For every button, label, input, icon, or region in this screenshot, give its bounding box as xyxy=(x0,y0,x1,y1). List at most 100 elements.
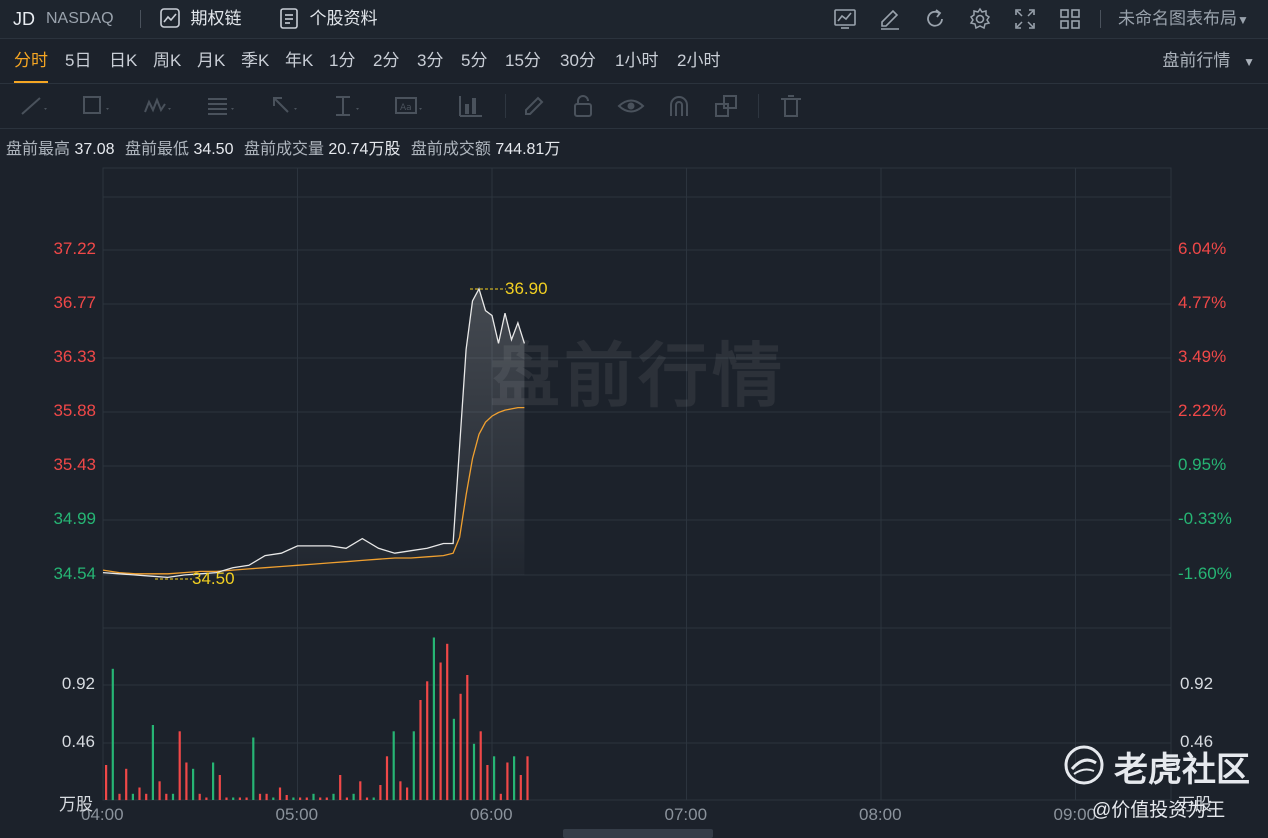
stock-profile-label: 个股资料 xyxy=(309,9,378,28)
settings-icon[interactable] xyxy=(967,6,993,32)
volume-bar xyxy=(499,793,502,801)
stock-profile-link[interactable]: 个股资料 xyxy=(277,0,377,38)
caret-down-icon: ▼ xyxy=(1237,13,1249,27)
high-mark-label: 36.90 xyxy=(505,279,548,298)
layout-selector[interactable]: 未命名图表布局▼ xyxy=(1118,0,1249,38)
tab-period-quarterly[interactable]: 季K xyxy=(241,39,269,83)
volume-bar xyxy=(118,793,121,801)
layers-icon[interactable] xyxy=(712,92,742,120)
divider xyxy=(505,94,506,118)
arrow-tool-icon[interactable] xyxy=(268,92,298,120)
tab-period-30min[interactable]: 30分 xyxy=(560,39,596,83)
percent-tick-label: 3.49% xyxy=(1178,347,1227,366)
text-tool-icon[interactable]: Aa xyxy=(393,92,423,120)
percent-tick-label: -1.60% xyxy=(1178,564,1232,583)
tab-period-daily[interactable]: 日K xyxy=(109,39,137,83)
brand-name: 老虎社区 xyxy=(1114,751,1250,789)
chart-type-icon[interactable] xyxy=(832,6,858,32)
volume-bar xyxy=(426,681,429,801)
divider xyxy=(758,94,759,118)
line-tool-icon[interactable] xyxy=(18,92,48,120)
volume-bar xyxy=(272,797,275,800)
eye-icon[interactable] xyxy=(616,92,646,120)
lock-icon[interactable] xyxy=(568,92,598,120)
price-tick-label: 35.43 xyxy=(53,455,96,474)
magnet-icon[interactable] xyxy=(664,92,694,120)
tab-period-15min[interactable]: 15分 xyxy=(505,39,541,83)
volume-bar xyxy=(238,797,241,800)
wave-tool-icon[interactable] xyxy=(142,92,172,120)
tab-period-2min[interactable]: 2分 xyxy=(373,39,399,83)
volume-bar xyxy=(299,797,302,800)
options-chain-label: 期权链 xyxy=(190,9,242,28)
tab-period-2h[interactable]: 2小时 xyxy=(677,39,720,83)
tab-period-5d[interactable]: 5日 xyxy=(65,39,91,83)
refresh-icon[interactable] xyxy=(922,6,948,32)
fib-tool-icon[interactable] xyxy=(205,92,235,120)
turnover-value: 744.81万 xyxy=(495,141,561,158)
volume-bar xyxy=(125,768,128,801)
tab-period-5min[interactable]: 5分 xyxy=(461,39,487,83)
volume-bar xyxy=(332,793,335,801)
price-lines xyxy=(102,287,526,579)
tab-period-yearly[interactable]: 年K xyxy=(285,39,313,83)
chart-frame xyxy=(102,167,1172,801)
rect-tool-icon[interactable] xyxy=(80,92,110,120)
time-tick-label: 07:00 xyxy=(664,805,708,824)
price-area-fill xyxy=(103,288,525,578)
volume-bar xyxy=(178,731,181,801)
volume-bar xyxy=(212,762,215,800)
tab-period-3min[interactable]: 3分 xyxy=(417,39,443,83)
volume-bar xyxy=(379,785,382,800)
time-tick-label: 08:00 xyxy=(859,805,902,824)
fullscreen-icon[interactable] xyxy=(1012,6,1038,32)
pen-icon[interactable] xyxy=(520,92,550,120)
trash-icon[interactable] xyxy=(776,92,806,120)
volume-bar xyxy=(258,793,262,801)
volume-bar xyxy=(506,762,509,800)
tab-period-monthly[interactable]: 月K xyxy=(197,39,225,83)
session-select[interactable]: 盘前行情 ▼ xyxy=(1162,39,1255,83)
percent-tick-label: -0.33% xyxy=(1178,509,1232,528)
tab-period-1h[interactable]: 1小时 xyxy=(615,39,658,83)
low-mark-label: 34.50 xyxy=(192,569,235,588)
draw-icon[interactable] xyxy=(877,6,903,32)
measure-tool-icon[interactable] xyxy=(330,92,360,120)
low-label: 盘前最低 xyxy=(124,141,189,158)
tab-period-weekly[interactable]: 周K xyxy=(153,39,181,83)
tab-period-1min[interactable]: 1分 xyxy=(329,39,355,83)
percent-tick-label: 2.22% xyxy=(1178,401,1227,420)
volume-bar xyxy=(265,793,268,801)
volume-tick-label: 0.92 xyxy=(61,674,95,693)
session-select-value: 盘前行情 xyxy=(1162,51,1231,70)
volume-bar xyxy=(319,797,322,800)
volume-bar xyxy=(459,693,462,801)
volume-bar xyxy=(359,781,362,801)
volume-bar xyxy=(111,668,114,801)
volume-bar xyxy=(472,743,476,801)
volume-bar xyxy=(171,793,175,801)
percent-tick-label: 4.77% xyxy=(1178,293,1227,312)
volume-bar xyxy=(519,775,522,800)
volume-bar xyxy=(158,781,161,801)
tab-period-intraday[interactable]: 分时 xyxy=(14,39,48,83)
high-label: 盘前最高 xyxy=(6,141,71,158)
chart-scrollbar[interactable] xyxy=(563,829,713,838)
watermark: 盘前行情 xyxy=(490,337,786,415)
volume-bar xyxy=(205,797,208,800)
price-tick-label: 36.77 xyxy=(53,293,96,312)
volume-bar xyxy=(352,793,355,801)
options-chain-link[interactable]: 期权链 xyxy=(158,0,241,38)
volume-bar xyxy=(252,737,255,800)
volume-bar xyxy=(526,756,529,801)
percent-tick-label: 0.95% xyxy=(1178,455,1227,474)
percent-tick-label: 6.04% xyxy=(1178,239,1227,258)
grid-layout-icon[interactable] xyxy=(1057,6,1083,32)
volume-label: 盘前成交量 xyxy=(243,141,324,158)
volume-bar xyxy=(452,718,455,801)
bars-tool-icon[interactable] xyxy=(456,92,486,120)
time-tick-label: 06:00 xyxy=(470,805,513,824)
turnover-label: 盘前成交额 xyxy=(410,141,491,158)
volume-bar xyxy=(466,675,469,800)
volume-bar xyxy=(225,797,228,800)
